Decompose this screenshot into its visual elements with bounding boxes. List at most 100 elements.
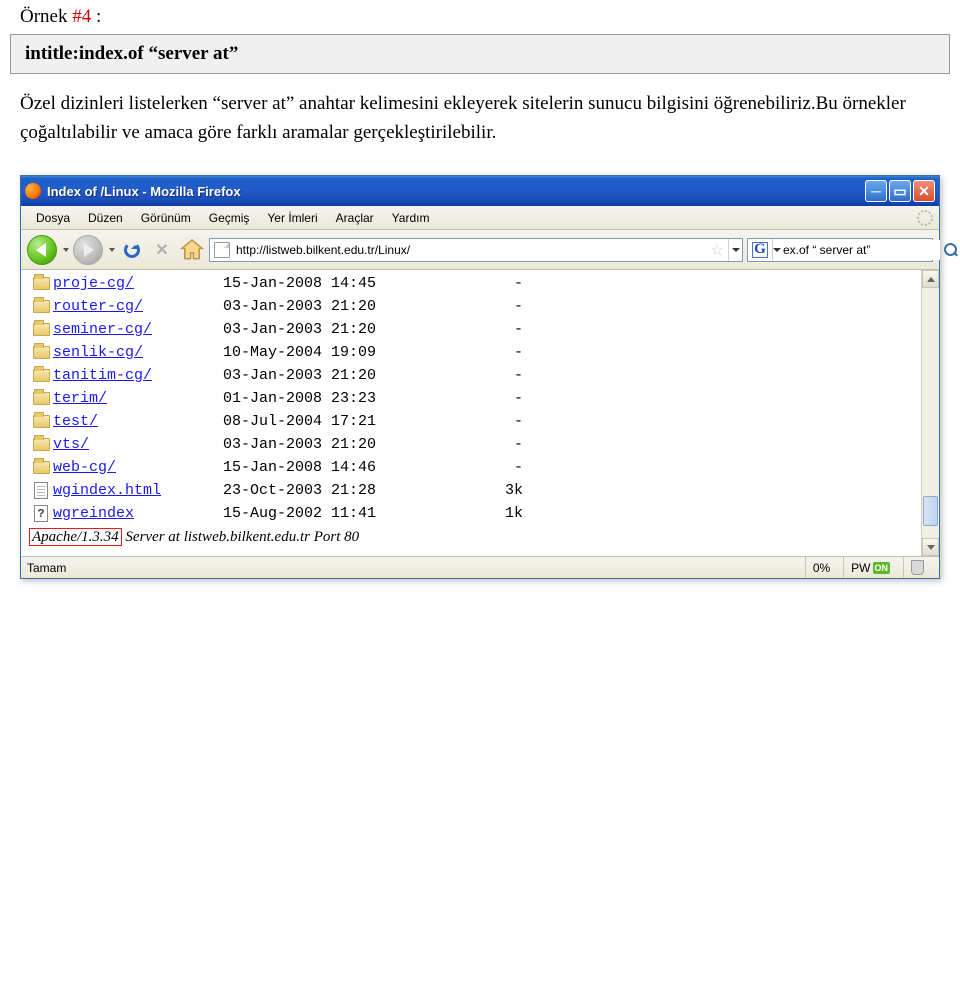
folder-icon	[33, 415, 50, 428]
listing-row: senlik-cg/10-May-2004 19:09-	[21, 341, 921, 364]
listing-date: 08-Jul-2004 17:21	[223, 413, 483, 430]
menu-history[interactable]: Geçmiş	[200, 209, 259, 227]
folder-icon	[33, 277, 50, 290]
listing-link[interactable]: terim/	[53, 390, 107, 407]
listing-link[interactable]: router-cg/	[53, 298, 143, 315]
listing-link[interactable]: seminer-cg/	[53, 321, 152, 338]
folder-icon	[33, 461, 50, 474]
firefox-icon	[25, 183, 41, 199]
query-box: intitle:index.of “server at”	[10, 34, 950, 74]
status-bar: Tamam 0% PWON	[21, 556, 939, 578]
listing-size: -	[483, 413, 523, 430]
scroll-track[interactable]	[922, 288, 939, 538]
listing-date: 03-Jan-2003 21:20	[223, 298, 483, 315]
folder-icon	[33, 392, 50, 405]
progress-percent: 0%	[805, 557, 837, 578]
listing-link[interactable]: wgindex.html	[53, 482, 161, 499]
url-dropdown[interactable]	[728, 239, 742, 261]
vertical-scrollbar[interactable]	[921, 270, 939, 556]
scroll-up-button[interactable]	[922, 270, 939, 288]
listing-size: -	[483, 344, 523, 361]
listing-date: 01-Jan-2008 23:23	[223, 390, 483, 407]
search-input[interactable]	[781, 240, 940, 260]
file-icon	[34, 482, 48, 499]
server-version: Apache/1.3.34	[29, 528, 122, 546]
description-paragraph: Özel dizinleri listelerken “server at” a…	[20, 90, 940, 147]
listing-size: -	[483, 275, 523, 292]
listing-row: test/08-Jul-2004 17:21-	[21, 410, 921, 433]
forward-history-dropdown[interactable]	[109, 248, 115, 252]
listing-date: 10-May-2004 19:09	[223, 344, 483, 361]
unknown-file-icon: ?	[34, 505, 48, 522]
back-history-dropdown[interactable]	[63, 248, 69, 252]
navigation-toolbar: ✕ ☆ G	[21, 230, 939, 270]
back-button[interactable]	[27, 235, 57, 265]
listing-date: 15-Jan-2008 14:45	[223, 275, 483, 292]
listing-size: 1k	[483, 505, 523, 522]
listing-row: ? wgreindex 15-Aug-2002 11:411k	[21, 502, 921, 525]
url-input[interactable]	[234, 240, 707, 260]
title-bar: Index of /Linux - Mozilla Firefox ─ ▭ ✕	[21, 176, 939, 206]
query-text: intitle:index.of “server at”	[25, 43, 238, 64]
listing-link[interactable]: wgreindex	[53, 505, 134, 522]
menu-bookmarks[interactable]: Yer İmleri	[258, 209, 326, 227]
security-indicator	[903, 557, 933, 578]
listing-link[interactable]: web-cg/	[53, 459, 116, 476]
listing-size: -	[483, 321, 523, 338]
folder-icon	[33, 323, 50, 336]
scroll-thumb[interactable]	[923, 496, 938, 526]
bookmark-star-icon[interactable]: ☆	[711, 241, 724, 259]
listing-row: router-cg/03-Jan-2003 21:20-	[21, 295, 921, 318]
minimize-button[interactable]: ─	[865, 180, 887, 202]
listing-date: 23-Oct-2003 21:28	[223, 482, 483, 499]
folder-icon	[33, 346, 50, 359]
directory-listing: proje-cg/15-Jan-2008 14:45-router-cg/03-…	[21, 270, 921, 556]
page-icon	[214, 242, 230, 258]
listing-size: -	[483, 298, 523, 315]
menu-edit[interactable]: Düzen	[79, 209, 132, 227]
listing-row: web-cg/15-Jan-2008 14:46-	[21, 456, 921, 479]
menu-bar: Dosya Düzen Görünüm Geçmiş Yer İmleri Ar…	[21, 206, 939, 230]
menu-help[interactable]: Yardım	[383, 209, 439, 227]
pw-indicator: PWON	[843, 557, 897, 578]
listing-date: 15-Aug-2002 11:41	[223, 505, 483, 522]
listing-row: seminer-cg/03-Jan-2003 21:20-	[21, 318, 921, 341]
reload-button[interactable]	[119, 237, 145, 263]
listing-link[interactable]: senlik-cg/	[53, 344, 143, 361]
throbber-icon	[917, 210, 933, 226]
listing-date: 03-Jan-2003 21:20	[223, 367, 483, 384]
browser-window: Index of /Linux - Mozilla Firefox ─ ▭ ✕ …	[20, 175, 940, 579]
listing-link[interactable]: tanitim-cg/	[53, 367, 152, 384]
listing-size: -	[483, 459, 523, 476]
search-engine-dropdown[interactable]	[772, 239, 781, 261]
scroll-down-button[interactable]	[922, 538, 939, 556]
menu-file[interactable]: Dosya	[27, 209, 79, 227]
listing-row: wgindex.html 23-Oct-2003 21:283k	[21, 479, 921, 502]
address-bar: ☆	[209, 238, 743, 262]
status-text: Tamam	[27, 561, 799, 575]
listing-link[interactable]: test/	[53, 413, 98, 430]
window-title: Index of /Linux - Mozilla Firefox	[47, 184, 865, 199]
listing-date: 03-Jan-2003 21:20	[223, 436, 483, 453]
close-button[interactable]: ✕	[913, 180, 935, 202]
listing-size: 3k	[483, 482, 523, 499]
folder-icon	[33, 369, 50, 382]
forward-button[interactable]	[73, 235, 103, 265]
listing-link[interactable]: proje-cg/	[53, 275, 134, 292]
listing-row: proje-cg/15-Jan-2008 14:45-	[21, 272, 921, 295]
server-details: Server at listweb.bilkent.edu.tr Port 80	[122, 529, 359, 545]
stop-button[interactable]: ✕	[149, 237, 175, 263]
maximize-button[interactable]: ▭	[889, 180, 911, 202]
listing-size: -	[483, 436, 523, 453]
shield-icon	[911, 560, 924, 575]
google-engine-icon[interactable]: G	[752, 242, 768, 258]
listing-row: vts/03-Jan-2003 21:20-	[21, 433, 921, 456]
home-button[interactable]	[179, 237, 205, 263]
menu-view[interactable]: Görünüm	[132, 209, 200, 227]
listing-row: terim/01-Jan-2008 23:23-	[21, 387, 921, 410]
listing-size: -	[483, 367, 523, 384]
menu-tools[interactable]: Araçlar	[327, 209, 383, 227]
listing-link[interactable]: vts/	[53, 436, 89, 453]
server-signature: Apache/1.3.34 Server at listweb.bilkent.…	[21, 525, 921, 552]
listing-date: 03-Jan-2003 21:20	[223, 321, 483, 338]
